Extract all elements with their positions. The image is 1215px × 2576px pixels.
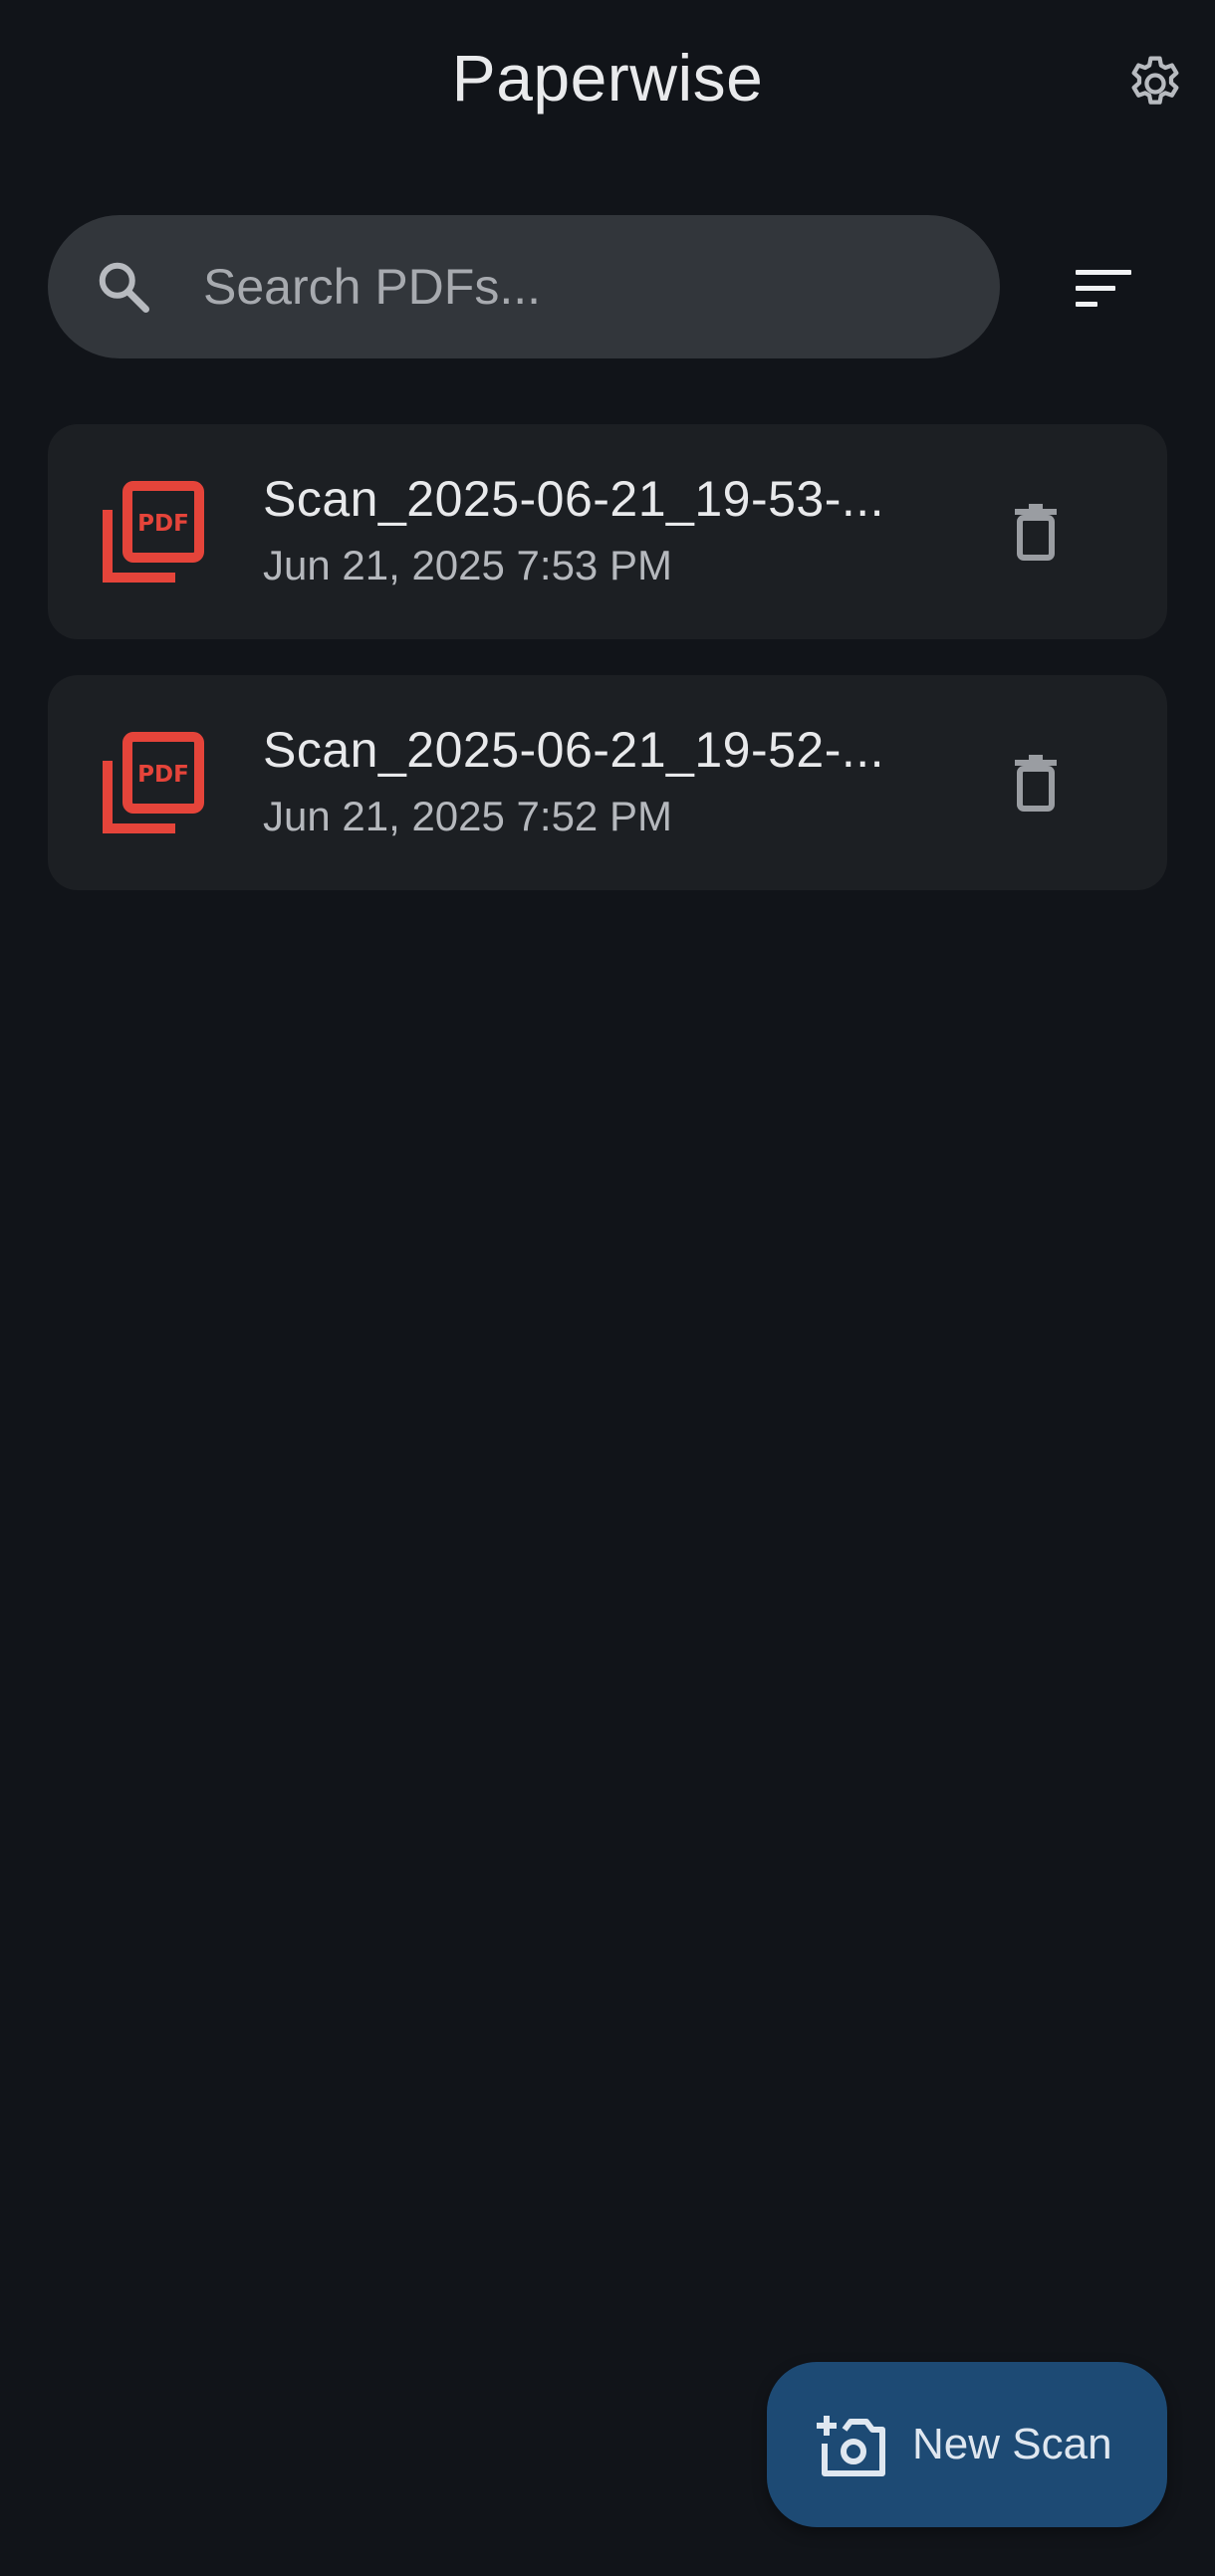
pdf-icon: PDF	[102, 731, 205, 834]
delete-button[interactable]	[982, 729, 1090, 836]
new-scan-label: New Scan	[912, 2420, 1112, 2468]
new-scan-button[interactable]: New Scan	[767, 2362, 1167, 2527]
sort-button[interactable]	[1056, 241, 1151, 337]
trash-icon	[1015, 504, 1057, 561]
settings-button[interactable]	[1115, 44, 1195, 123]
trash-icon	[1015, 755, 1057, 812]
file-date: Jun 21, 2025 7:53 PM	[263, 542, 672, 588]
svg-text:PDF: PDF	[137, 511, 189, 537]
pdf-icon: PDF	[102, 480, 205, 584]
file-date: Jun 21, 2025 7:52 PM	[263, 793, 672, 839]
app-bar: Paperwise	[0, 0, 1215, 169]
search-icon	[88, 251, 159, 323]
add-camera-icon	[813, 2407, 888, 2482]
delete-button[interactable]	[982, 478, 1090, 585]
app-title: Paperwise	[451, 41, 764, 115]
file-list-item[interactable]: PDF Scan_2025-06-21_19-52-... Jun 21, 20…	[48, 675, 1167, 890]
svg-text:PDF: PDF	[137, 762, 189, 788]
file-name: Scan_2025-06-21_19-52-...	[263, 722, 885, 778]
sort-icon	[1076, 270, 1131, 307]
search-input[interactable]	[201, 257, 942, 317]
file-name: Scan_2025-06-21_19-53-...	[263, 471, 885, 527]
search-bar[interactable]	[48, 215, 1000, 358]
file-list-item[interactable]: PDF Scan_2025-06-21_19-53-... Jun 21, 20…	[48, 424, 1167, 639]
gear-icon	[1131, 56, 1179, 105]
